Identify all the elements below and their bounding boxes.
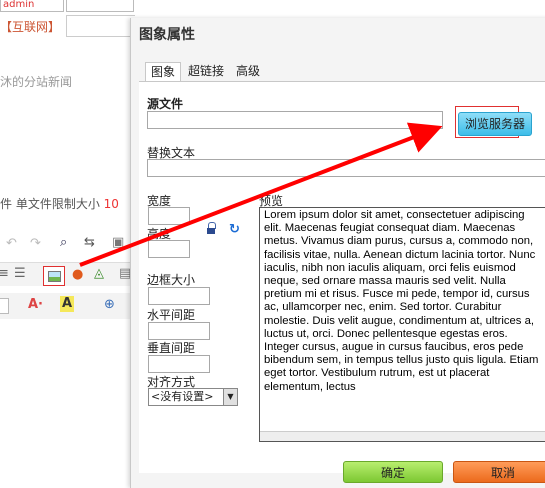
align-selected-value: <没有设置> — [151, 390, 214, 403]
image-properties-dialog: 图象属性 图象 超链接 高级 源文件 浏览服务器 替换文本 宽度 高度 ↻ 边框… — [130, 18, 545, 488]
hspace-label: 水平间距 — [147, 308, 196, 322]
tab-link[interactable]: 超链接 — [183, 62, 229, 82]
browse-server-highlight: 浏览服务器 — [455, 106, 532, 138]
reset-size-icon[interactable]: ↻ — [229, 222, 240, 237]
dropdown-arrow-icon: ▼ — [223, 389, 237, 405]
bg-color-icon[interactable]: A — [60, 296, 75, 312]
find-icon[interactable]: ⌕ — [60, 235, 67, 251]
toolbar-row-3: A· A ⊕ — [0, 293, 135, 319]
image-icon — [48, 271, 61, 282]
upload-label: 件 单文件限制大小 — [0, 197, 100, 211]
toolbar-row-1: ↶ ↷ ⌕ ⇆ ▣ — [0, 233, 135, 255]
insert-image-button[interactable] — [43, 266, 65, 286]
ok-button[interactable]: 确定 — [343, 461, 443, 483]
redo-icon[interactable]: ↷ — [30, 236, 41, 252]
dialog-title: 图象属性 — [139, 27, 195, 43]
image-tab-panel: 源文件 浏览服务器 替换文本 宽度 高度 ↻ 边框大小 水平间距 垂直间距 对齐… — [139, 81, 545, 473]
preview-text: Lorem ipsum dolor sit amet, consectetuer… — [264, 209, 539, 393]
upload-size: 10 — [103, 197, 119, 211]
top-select[interactable] — [66, 0, 134, 12]
maximize-icon[interactable]: ⊕ — [104, 297, 115, 313]
dialog-tabs: 图象 超链接 高级 — [145, 62, 267, 82]
vspace-label: 垂直间距 — [147, 341, 196, 355]
vspace-input[interactable] — [148, 355, 210, 373]
source-input[interactable] — [147, 111, 443, 129]
author-field[interactable]: admin — [0, 0, 64, 12]
lock-ratio-icon[interactable] — [207, 222, 216, 235]
alt-text-input[interactable] — [147, 159, 545, 177]
tag-label: 【互联网】 — [0, 20, 61, 34]
tab-image[interactable]: 图象 — [145, 62, 182, 82]
tab-advanced[interactable]: 高级 — [231, 62, 265, 82]
cancel-button[interactable]: 取消 — [453, 461, 545, 483]
format-select[interactable] — [0, 298, 9, 314]
replace-icon[interactable]: ⇆ — [84, 235, 95, 251]
table-icon[interactable]: ◬ — [94, 266, 104, 282]
list-icon[interactable]: ≡ — [0, 266, 9, 282]
source-label: 源文件 — [147, 97, 184, 111]
editor-body[interactable] — [0, 319, 135, 475]
upload-hint: 件 单文件限制大小 10 — [0, 195, 119, 212]
select-all-icon[interactable]: ▣ — [112, 235, 124, 251]
undo-icon[interactable]: ↶ — [6, 236, 17, 252]
height-input[interactable] — [148, 240, 190, 258]
browse-server-button[interactable]: 浏览服务器 — [458, 112, 532, 136]
tag-input[interactable] — [66, 15, 135, 37]
toolbar-row-2: ≡ ☰ ● ◬ ▤ — [0, 262, 135, 286]
align-select[interactable]: <没有设置> ▼ — [148, 388, 238, 406]
preview-scrollbar[interactable] — [260, 431, 545, 441]
text-color-icon[interactable]: A· — [28, 297, 43, 313]
preview-box[interactable]: Lorem ipsum dolor sit amet, consectetuer… — [259, 207, 545, 442]
border-label: 边框大小 — [147, 273, 196, 287]
hspace-input[interactable] — [148, 322, 210, 340]
border-input[interactable] — [148, 287, 210, 305]
width-input[interactable] — [148, 207, 190, 225]
flash-icon[interactable]: ● — [72, 267, 83, 283]
align-icon[interactable]: ☰ — [14, 266, 26, 282]
summary-placeholder: 沐的分站新闻 — [0, 75, 73, 89]
editor-background: admin 【互联网】 沐的分站新闻 件 单文件限制大小 10 ↶ ↷ ⌕ ⇆ … — [0, 0, 135, 475]
